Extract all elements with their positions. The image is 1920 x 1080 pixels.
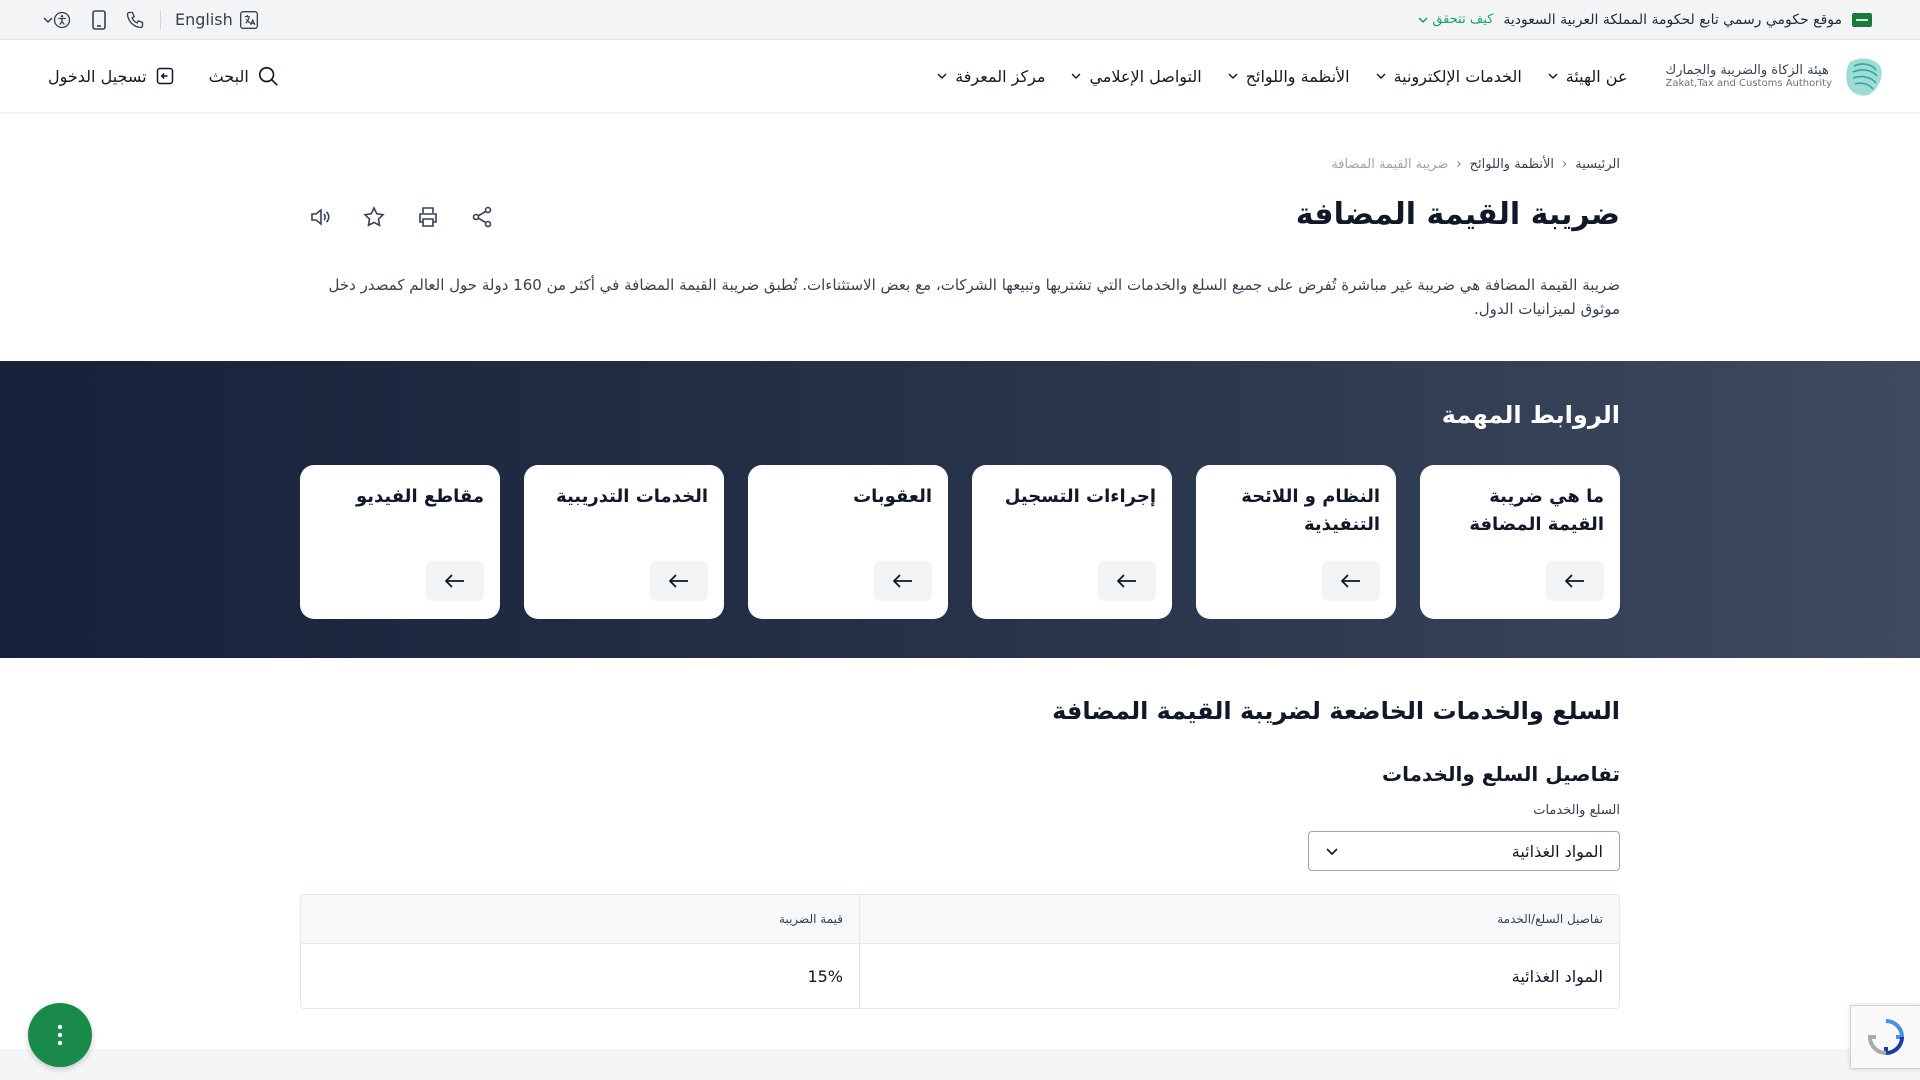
goods-select-label: السلع والخدمات: [1533, 803, 1620, 818]
chevron-left-icon: ‹: [1456, 157, 1462, 172]
goods-table: تفاصيل السلع/الخدمة قيمة الضريبة المواد …: [300, 894, 1620, 1009]
login-icon: [156, 67, 173, 85]
arrow-left-button[interactable]: [1546, 561, 1604, 601]
brand-name-en: Zakat,Tax and Customs Authority: [1665, 78, 1832, 89]
arrow-left-icon: [893, 574, 912, 588]
link-card-videos[interactable]: مقاطع الفيديو: [300, 465, 500, 619]
page-actions: [308, 205, 494, 229]
nav-item-media[interactable]: التواصل الإعلامي: [1071, 67, 1202, 86]
recaptcha-badge[interactable]: [1850, 1005, 1920, 1069]
arrow-left-icon: [445, 574, 464, 588]
favorite-button[interactable]: [362, 205, 386, 229]
accessibility-menu[interactable]: [40, 9, 74, 31]
link-cards: ما هي ضريبة القيمة المضافة النظام و اللا…: [300, 465, 1620, 619]
breadcrumb-regulations[interactable]: الأنظمة واللوائح: [1470, 157, 1554, 172]
chevron-down-icon: [937, 73, 947, 79]
arrow-left-button[interactable]: [1322, 561, 1380, 601]
nav-item-regulations[interactable]: الأنظمة واللوائح: [1228, 67, 1350, 86]
link-card-what-is-vat[interactable]: ما هي ضريبة القيمة المضافة: [1420, 465, 1620, 619]
page-title: ضريبة القيمة المضافة: [1295, 197, 1620, 232]
arrow-left-icon: [1565, 574, 1584, 588]
contact-phone-icon[interactable]: [124, 9, 146, 31]
divider: [160, 9, 161, 30]
print-button[interactable]: [416, 205, 440, 229]
speaker-icon: [311, 208, 330, 226]
chevron-left-icon: ‹: [1562, 157, 1568, 172]
arrow-left-button[interactable]: [1098, 561, 1156, 601]
page-description: ضريبة القيمة المضافة هي ضريبة غير مباشرة…: [328, 276, 1621, 318]
goods-subtitle: تفاصيل السلع والخدمات: [1382, 762, 1620, 786]
goods-section-title: السلع والخدمات الخاضعة لضريبة القيمة الم…: [1052, 697, 1620, 725]
arrow-left-button[interactable]: [426, 561, 484, 601]
table-header-tax: قيمة الضريبة: [779, 912, 843, 926]
breadcrumb-current: ضريبة القيمة المضافة: [1331, 157, 1449, 172]
nav-item-about[interactable]: عن الهيئة: [1548, 67, 1628, 86]
arrow-left-button[interactable]: [650, 561, 708, 601]
nav-item-knowledge[interactable]: مركز المعرفة: [937, 67, 1045, 86]
link-card-training[interactable]: الخدمات التدريبية: [524, 465, 724, 619]
gov-topbar: موقع حكومي رسمي تابع لحكومة المملكة العر…: [0, 0, 1920, 40]
share-icon: [472, 206, 492, 228]
zatca-logo-icon: [1846, 58, 1882, 96]
brand[interactable]: هيئة الزكاة والضريبة والجمارك Zakat,Tax …: [937, 54, 1884, 98]
chevron-down-icon: [1228, 73, 1238, 79]
chevron-down-icon: [43, 16, 53, 23]
gov-notice: موقع حكومي رسمي تابع لحكومة المملكة العر…: [1418, 12, 1872, 28]
search-button[interactable]: البحث: [209, 65, 279, 87]
important-links-section: الروابط المهمة ما هي ضريبة القيمة المضاف…: [0, 361, 1920, 658]
how-to-verify-link[interactable]: كيف تتحقق: [1418, 12, 1493, 27]
gov-official-text: موقع حكومي رسمي تابع لحكومة المملكة العر…: [1503, 11, 1842, 28]
print-icon: [419, 207, 437, 227]
breadcrumb-home[interactable]: الرئيسية: [1575, 157, 1620, 172]
listen-button[interactable]: [308, 205, 332, 229]
translate-icon: [239, 10, 258, 29]
chevron-down-icon: [1376, 73, 1386, 79]
link-card-law-regulations[interactable]: النظام و اللائحة التنفيذية: [1196, 465, 1396, 619]
utility-toolbar: English: [40, 9, 259, 31]
table-cell-details: المواد الغذائية: [859, 944, 1619, 1008]
arrow-left-icon: [669, 574, 688, 588]
arrow-left-icon: [1117, 574, 1136, 588]
arrow-left-icon: [1341, 574, 1360, 588]
search-icon: [258, 66, 278, 86]
chevron-down-icon: [1548, 73, 1558, 79]
main-navigation: هيئة الزكاة والضريبة والجمارك Zakat,Tax …: [0, 40, 1920, 113]
footer-strip: [0, 1049, 1920, 1080]
accessibility-icon: [53, 11, 71, 28]
important-links-title: الروابط المهمة: [1441, 401, 1620, 429]
table-header: تفاصيل السلع/الخدمة قيمة الضريبة: [301, 895, 1619, 944]
goods-select[interactable]: المواد الغذائية: [1308, 831, 1620, 871]
nav-item-eservices[interactable]: الخدمات الإلكترونية: [1376, 67, 1522, 86]
mobile-app-icon[interactable]: [88, 9, 110, 31]
share-button[interactable]: [470, 205, 494, 229]
recaptcha-icon: [1867, 1019, 1904, 1056]
link-card-penalties[interactable]: العقوبات: [748, 465, 948, 619]
chevron-down-icon: [1071, 73, 1081, 79]
table-row: المواد الغذائية 15%: [301, 944, 1619, 1008]
star-icon: [363, 206, 385, 227]
saudi-flag-icon: [1852, 12, 1872, 27]
link-card-registration[interactable]: إجراءات التسجيل: [972, 465, 1172, 619]
nav-menu: عن الهيئة الخدمات الإلكترونية الأنظمة وا…: [937, 67, 1628, 86]
goods-select-value: المواد الغذائية: [1511, 841, 1603, 861]
login-button[interactable]: تسجيل الدخول: [48, 66, 175, 86]
chevron-down-icon: [1326, 848, 1338, 856]
more-vertical-icon: [57, 1024, 63, 1046]
chevron-down-icon: [1418, 16, 1428, 23]
table-cell-tax: 15%: [807, 966, 843, 986]
language-switch[interactable]: English: [175, 10, 259, 30]
breadcrumb: الرئيسية ‹ الأنظمة واللوائح ‹ ضريبة القي…: [1331, 157, 1620, 172]
table-header-details: تفاصيل السلع/الخدمة: [859, 895, 1619, 943]
brand-name-ar: هيئة الزكاة والضريبة والجمارك: [1665, 63, 1829, 78]
floating-menu-button[interactable]: [28, 1003, 92, 1067]
arrow-left-button[interactable]: [874, 561, 932, 601]
